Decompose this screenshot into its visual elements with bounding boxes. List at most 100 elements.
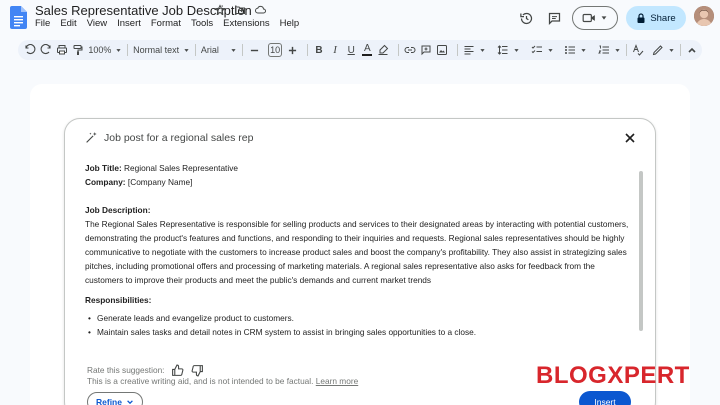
numbered-list-dropdown[interactable] [598,44,621,56]
description-paragraph: The Regional Sales Representative is res… [85,219,629,285]
font-dropdown[interactable]: Arial [201,45,237,55]
formatting-toolbar: 100% Normal text Arial 10 B I U A [18,40,702,60]
line-spacing-dropdown[interactable] [497,44,520,56]
menu-file[interactable]: File [35,18,50,29]
description-heading: Job Description: [85,205,151,215]
menu-insert[interactable]: Insert [117,18,141,29]
company-line: Company: [Company Name] [85,175,630,189]
refine-button[interactable]: Refine [87,392,143,405]
numbered-list-icon [598,45,610,54]
comments-button[interactable] [544,8,564,28]
menu-edit[interactable]: Edit [60,18,76,29]
toolbar-divider [491,44,492,56]
collapse-menus-icon[interactable] [686,42,698,58]
increase-font-size-icon[interactable] [286,42,298,58]
pencil-icon [652,45,663,56]
responsibilities-heading: Responsibilities: [85,295,152,305]
share-button[interactable]: Share [626,6,686,30]
chevron-down-icon [480,48,485,52]
chevron-down-icon [514,48,519,52]
job-title-label: Job Title: [85,163,122,173]
version-history-button[interactable] [516,8,536,28]
text-color-swatch [362,54,373,56]
toolbar-divider [457,44,459,56]
meet-button[interactable] [572,6,618,30]
toolbar-divider [242,44,243,56]
refine-label: Refine [96,397,122,405]
disclaimer: This is a creative writing aid, and is n… [87,376,358,386]
align-left-icon [464,46,474,55]
toolbar-divider [307,44,308,56]
responsibilities-list: Generate leads and evangelize product to… [85,311,630,339]
chevron-down-icon [116,48,122,52]
disclaimer-text: This is a creative writing aid, and is n… [87,376,314,386]
close-button[interactable] [622,130,638,146]
highlight-icon[interactable] [377,42,389,58]
toolbar-divider [680,44,681,56]
chevron-down-icon [231,48,236,52]
checklist-dropdown[interactable] [531,44,554,56]
thumbs-up-icon[interactable] [170,363,184,377]
italic-button[interactable]: I [329,42,341,58]
chevron-down-icon [127,400,133,405]
chevron-down-icon [548,48,553,52]
rating-row: Rate this suggestion: [87,363,204,377]
toolbar-divider [559,44,560,56]
chevron-down-icon [615,48,620,52]
comment-icon [548,12,560,25]
insert-image-icon[interactable] [436,42,448,58]
thumbs-down-icon[interactable] [190,363,204,377]
app-header: Sales Representative Job Description Fil… [0,0,720,36]
history-icon [519,12,532,24]
toolbar-divider [626,44,627,56]
menu-tools[interactable]: Tools [191,18,213,29]
add-comment-icon[interactable] [420,42,432,58]
spellcheck-icon[interactable] [632,42,644,58]
chevron-down-icon [601,16,607,20]
menu-view[interactable]: View [87,18,107,29]
cloud-saved-icon[interactable] [253,3,267,17]
decrease-font-size-icon[interactable] [248,42,260,58]
chevron-down-icon [669,48,674,52]
star-icon[interactable] [213,3,227,17]
link-icon[interactable] [404,42,416,58]
scrollbar[interactable] [639,171,643,331]
redo-icon[interactable] [40,42,52,58]
list-item: Generate leads and evangelize product to… [85,311,630,325]
zoom-dropdown[interactable]: 100% [88,45,122,55]
prompt-text[interactable]: Job post for a regional sales rep [104,132,253,144]
learn-more-link[interactable]: Learn more [316,376,358,386]
company-value: [Company Name] [127,177,193,187]
toolbar-divider [592,44,593,56]
blogxpert-watermark: BLOGXPERT [536,362,690,389]
insert-button[interactable]: Insert [579,391,631,405]
menu-format[interactable]: Format [151,18,181,29]
toolbar-divider [398,44,400,56]
bulleted-list-dropdown[interactable] [564,44,587,56]
move-folder-icon[interactable] [233,3,247,17]
chevron-down-icon [581,48,587,52]
toolbar-divider [525,44,526,56]
checklist-icon [531,45,542,54]
company-label: Company: [85,177,126,187]
share-label: Share [650,12,676,24]
font-value: Arial [200,45,219,55]
text-color-button[interactable]: A [361,42,373,58]
align-dropdown[interactable] [463,44,486,56]
toolbar-divider [127,44,129,56]
toolbar-divider [195,44,196,56]
google-docs-logo-icon[interactable] [10,6,27,29]
underline-button[interactable]: U [345,42,357,58]
print-icon[interactable] [56,42,68,58]
font-size-input[interactable]: 10 [268,43,283,57]
menu-help[interactable]: Help [280,18,300,29]
menu-bar: File Edit View Insert Format Tools Exten… [35,18,299,29]
menu-extensions[interactable]: Extensions [223,18,269,29]
bold-button[interactable]: B [313,42,325,58]
paint-format-icon[interactable] [72,42,84,58]
user-avatar[interactable] [694,6,714,26]
text-color-label: A [363,43,371,54]
editing-mode-dropdown[interactable] [652,44,675,56]
undo-icon[interactable] [24,42,36,58]
style-dropdown[interactable]: Normal text [133,45,190,55]
